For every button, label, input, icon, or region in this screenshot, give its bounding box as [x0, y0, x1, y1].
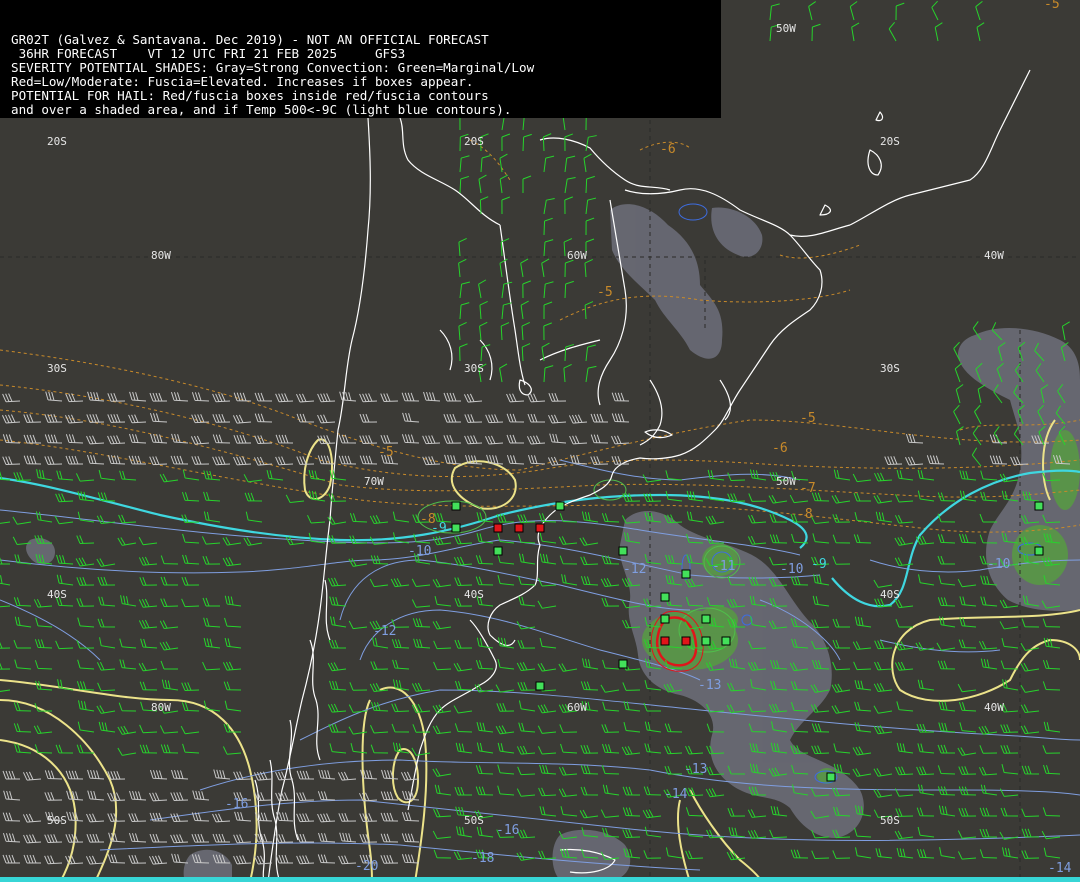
grid-label: 30S: [464, 362, 484, 375]
header-line: POTENTIAL FOR HAIL: Red/fuscia boxes ins…: [11, 87, 489, 103]
map-canvas: 50W 20S 20S 20S 80W 60W 40W 30S 30S 30S …: [0, 0, 1080, 882]
grid-label: 50S: [464, 814, 484, 827]
contour-label: -16: [496, 823, 519, 838]
green-box: [701, 614, 711, 624]
grid-label: 60W: [567, 249, 587, 262]
green-box: [618, 546, 628, 556]
grid-label: 20S: [464, 135, 484, 148]
header-line: Red=Low/Moderate: Fuscia=Elevated. Incre…: [11, 73, 474, 89]
red-box: [660, 636, 670, 646]
contour-label: -20: [355, 859, 378, 874]
green-box: [660, 614, 670, 624]
grid-label: 70W: [364, 475, 384, 488]
grid-label: 50S: [47, 814, 67, 827]
green-box: [701, 636, 711, 646]
grid-label: 40W: [984, 701, 1004, 714]
green-box: [660, 592, 670, 602]
contour-label: -9: [431, 521, 447, 536]
red-box: [681, 636, 691, 646]
grid-label: 50W: [776, 475, 796, 488]
forecast-map: 50W 20S 20S 20S 80W 60W 40W 30S 30S 30S …: [0, 0, 1080, 882]
grid-label: 80W: [151, 249, 171, 262]
contour-label: -12: [373, 624, 396, 639]
grid-label: 40S: [880, 588, 900, 601]
grid-label: 40S: [47, 588, 67, 601]
green-box: [535, 681, 545, 691]
forecast-header: GR02T (Galvez & Santavana. Dec 2019) - N…: [0, 0, 721, 118]
green-box: [721, 636, 731, 646]
contour-label: -5: [597, 285, 613, 300]
green-box: [681, 569, 691, 579]
contour-label: -10: [408, 544, 431, 559]
green-box: [826, 772, 836, 782]
bottom-border: [0, 877, 1080, 882]
contour-label: -5: [1044, 0, 1060, 12]
header-line: 36HR FORECAST VT 12 UTC FRI 21 FEB 2025 …: [11, 45, 406, 61]
header-line: and over a shaded area, and if Temp 500<…: [11, 101, 512, 117]
contour-label: -13: [698, 678, 721, 693]
contour-label: -14: [664, 787, 688, 802]
grid-label: 40S: [464, 588, 484, 601]
contour-label: -7: [800, 481, 816, 496]
header-line: SEVERITY POTENTIAL SHADES: Gray=Strong C…: [11, 59, 535, 75]
header-line: GR02T (Galvez & Santavana. Dec 2019) - N…: [11, 32, 489, 47]
green-box: [555, 501, 565, 511]
contour-label: -10: [780, 562, 803, 577]
grid-label: 50W: [776, 22, 796, 35]
contour-label: -5: [378, 445, 394, 460]
green-box: [1034, 546, 1044, 556]
contour-label: -14: [1048, 861, 1072, 876]
grid-label: 40W: [984, 249, 1004, 262]
red-box: [514, 523, 524, 533]
contour-label: -6: [660, 142, 676, 157]
grid-label: 30S: [880, 362, 900, 375]
grid-label: 80W: [151, 701, 171, 714]
contour-label: -16: [225, 797, 248, 812]
contour-label: -6: [772, 441, 788, 456]
red-box: [493, 523, 503, 533]
contour-label: -13: [684, 762, 707, 777]
green-box: [493, 546, 503, 556]
grid-label: 20S: [47, 135, 67, 148]
contour-label: -10: [987, 557, 1010, 572]
contour-label: -9: [811, 557, 827, 572]
grid-label: 50S: [880, 814, 900, 827]
contour-label: -5: [800, 411, 816, 426]
contour-label: -8: [797, 507, 813, 522]
green-box: [451, 501, 461, 511]
grid-label: 60W: [567, 701, 587, 714]
green-box: [618, 659, 628, 669]
green-box: [1034, 501, 1044, 511]
contour-label: -11: [712, 559, 735, 574]
contour-label: -12: [623, 562, 646, 577]
green-box: [451, 523, 461, 533]
grid-label: 20S: [880, 135, 900, 148]
contour-label: -18: [471, 851, 494, 866]
red-box: [535, 523, 545, 533]
grid-label: 30S: [47, 362, 67, 375]
